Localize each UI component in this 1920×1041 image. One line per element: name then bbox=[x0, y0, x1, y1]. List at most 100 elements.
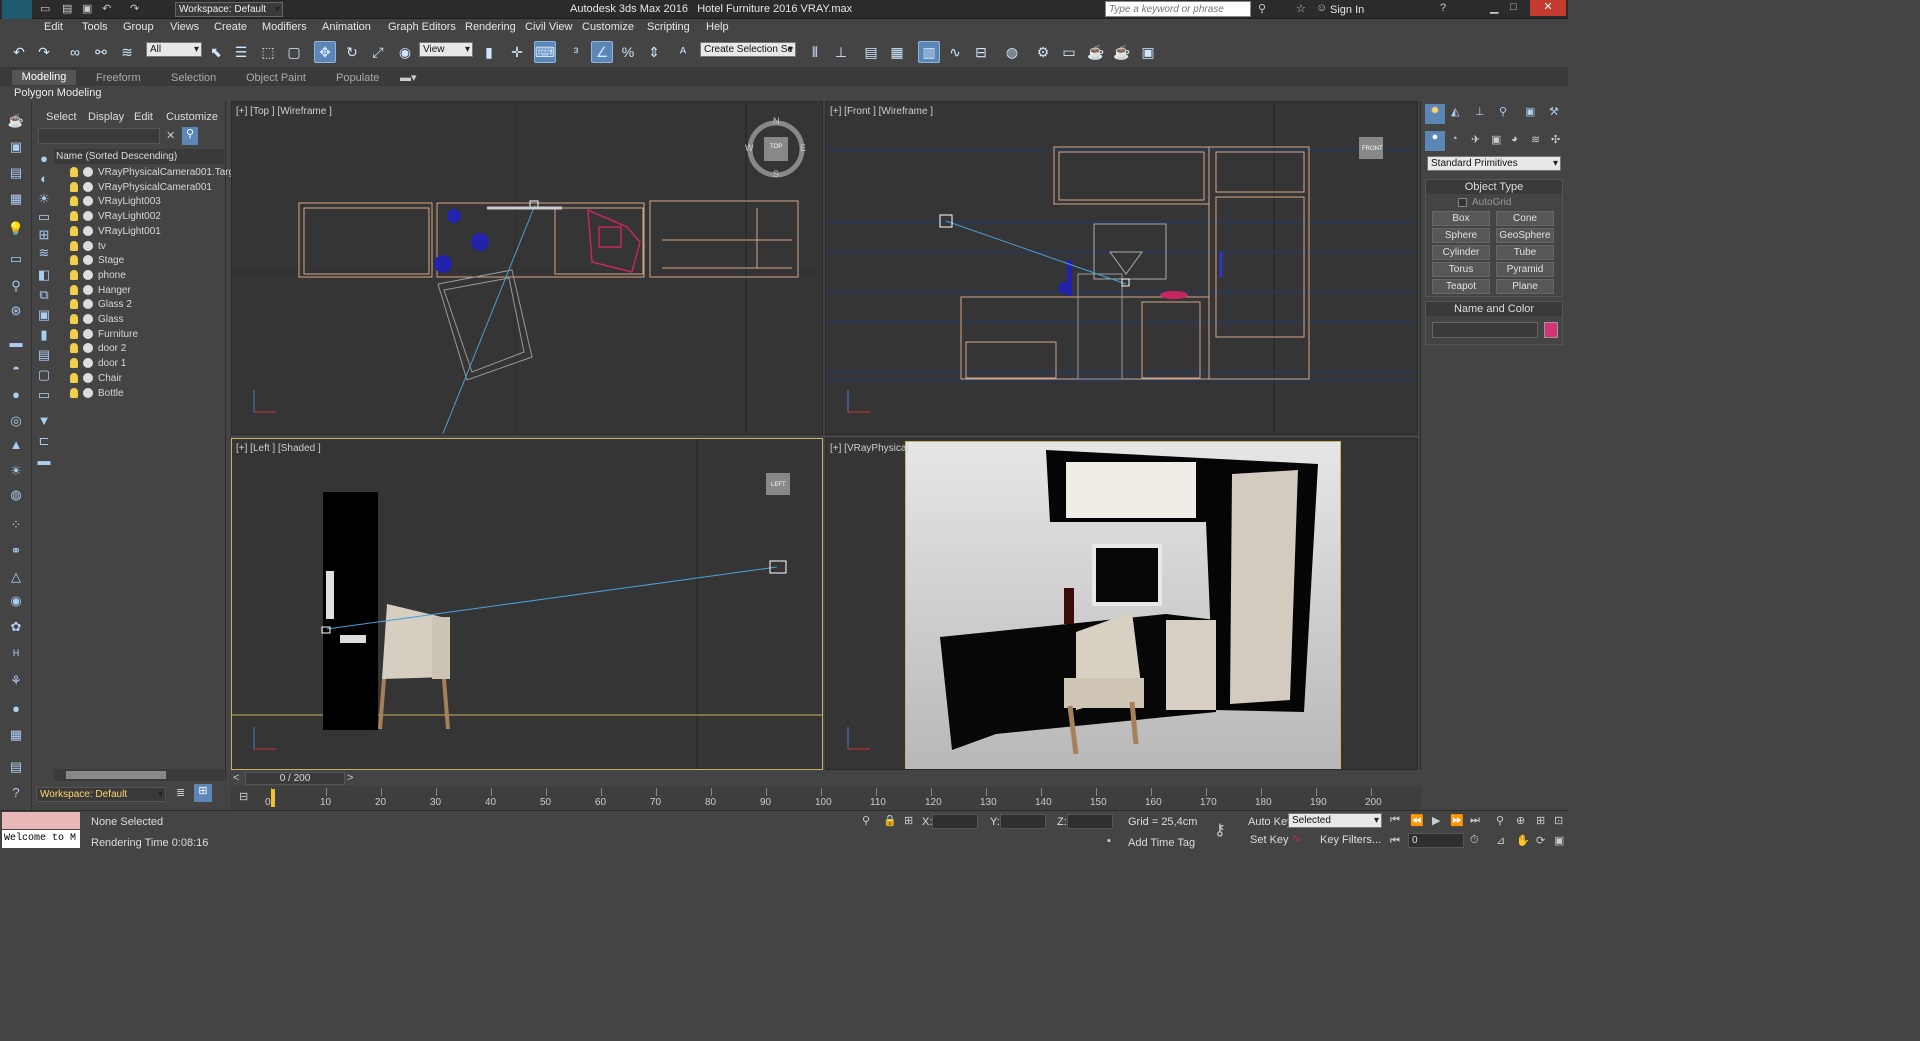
all-filter-icon[interactable]: ▤ bbox=[34, 345, 54, 365]
menu-rendering[interactable]: Rendering bbox=[465, 21, 516, 33]
light-bulb-icon[interactable] bbox=[70, 269, 78, 280]
snaps-icon[interactable]: ³ bbox=[565, 41, 587, 63]
cylinder-button[interactable]: Cylinder bbox=[1432, 245, 1490, 260]
create-tab-icon[interactable]: ✹ bbox=[1425, 104, 1445, 124]
ball-icon[interactable]: ● bbox=[6, 699, 26, 719]
orbit-icon[interactable]: ⟳ bbox=[1536, 834, 1545, 847]
light-bulb-icon[interactable] bbox=[70, 372, 78, 383]
motion-tab-icon[interactable]: ⚲ bbox=[1499, 105, 1507, 118]
zoom-all-icon[interactable]: ⊕ bbox=[1516, 814, 1525, 827]
menu-modifiers[interactable]: Modifiers bbox=[262, 21, 307, 33]
pyramid-button[interactable]: Pyramid bbox=[1496, 262, 1554, 277]
image-icon[interactable]: ▣ bbox=[6, 137, 26, 157]
light-bulb-icon[interactable] bbox=[70, 211, 78, 222]
workspace-dropdown[interactable]: Workspace: Default bbox=[175, 2, 283, 17]
light-bulb-icon[interactable] bbox=[70, 240, 78, 251]
scene-list-item[interactable]: door 2 bbox=[54, 341, 246, 356]
globe-icon[interactable]: ◉ bbox=[6, 591, 26, 611]
x-coord-field[interactable] bbox=[932, 814, 978, 829]
layers-icon[interactable]: ≣ bbox=[176, 786, 185, 799]
menu-graph-editors[interactable]: Graph Editors bbox=[388, 21, 456, 33]
scene-list-item[interactable]: Hanger bbox=[54, 283, 246, 298]
layer-explorer-icon[interactable]: ▤ bbox=[860, 41, 882, 63]
hierarchy-tab-icon[interactable]: ⊥ bbox=[1475, 105, 1485, 118]
render-setup-icon[interactable]: ⚙ bbox=[1032, 41, 1054, 63]
viewcube-top[interactable]: TOP bbox=[770, 144, 782, 150]
filter-icon[interactable]: ⚲ bbox=[182, 127, 198, 145]
viewport-camera-label[interactable]: [+] [VRayPhysical bbox=[830, 443, 909, 454]
zoom-extents-all-icon[interactable]: ⊡ bbox=[1554, 814, 1563, 827]
ribbon-tab-populate[interactable]: Populate bbox=[336, 72, 379, 84]
scene-list-item[interactable]: Bottle bbox=[54, 386, 246, 401]
helpers-category-icon[interactable]: ◕ bbox=[1511, 133, 1518, 145]
window-icon[interactable]: ▦ bbox=[6, 189, 26, 209]
align-icon[interactable]: ⊥ bbox=[830, 41, 852, 63]
camera-filter-icon[interactable]: ▭ bbox=[34, 207, 54, 227]
open-icon[interactable]: ▤ bbox=[62, 2, 72, 15]
viewcube-s[interactable]: S bbox=[773, 169, 779, 179]
cone-button[interactable]: Cone bbox=[1496, 211, 1554, 226]
ribbon-tab-freeform[interactable]: Freeform bbox=[96, 72, 141, 84]
explorer-scroll-thumb[interactable] bbox=[66, 771, 166, 779]
none-filter-icon[interactable]: ▢ bbox=[34, 365, 54, 385]
helper-filter-icon[interactable]: ⊞ bbox=[34, 225, 54, 245]
key-mode-dropdown[interactable]: Selected bbox=[1288, 813, 1382, 828]
user-icon[interactable]: ☺ bbox=[1316, 2, 1327, 14]
teapot-button[interactable]: Teapot bbox=[1432, 279, 1490, 294]
auto-key-button[interactable]: Auto Key bbox=[1248, 816, 1293, 828]
keyboard-shortcut-icon[interactable]: ⌨ bbox=[534, 41, 556, 63]
half-sphere-icon[interactable]: ◓ bbox=[6, 359, 26, 379]
scale-icon[interactable]: ⤢ bbox=[367, 41, 389, 63]
ribbon-tab-modeling[interactable]: Modeling bbox=[12, 70, 76, 85]
window-crossing-icon[interactable]: ▢ bbox=[283, 41, 305, 63]
funnel-icon[interactable]: ▼ bbox=[34, 411, 54, 431]
redo-icon[interactable]: ↷ bbox=[130, 2, 139, 15]
reference-coord-dropdown[interactable]: View bbox=[419, 42, 473, 57]
menu-group[interactable]: Group bbox=[123, 21, 154, 33]
viewcube-e[interactable]: E bbox=[800, 143, 806, 153]
plant-icon[interactable]: ✿ bbox=[6, 617, 26, 637]
display-tab-icon[interactable]: ▣ bbox=[1525, 105, 1535, 118]
time-slider-thumb[interactable]: 0 / 200 bbox=[245, 772, 345, 785]
maximize-icon[interactable]: □ bbox=[1510, 1, 1517, 13]
undo-icon[interactable]: ↶ bbox=[102, 2, 111, 15]
viewport-front-label[interactable]: [+] [Front ] [Wireframe ] bbox=[830, 106, 933, 117]
save-layout-icon[interactable]: ▤ bbox=[6, 757, 26, 777]
viewcube-n[interactable]: N bbox=[773, 116, 780, 126]
workspace-footer-dropdown[interactable]: Workspace: Default bbox=[36, 787, 166, 802]
menu-create[interactable]: Create bbox=[214, 21, 247, 33]
camera-icon[interactable]: ▭ bbox=[6, 249, 26, 269]
menu-civil-view[interactable]: Civil View bbox=[525, 21, 572, 33]
menu-help[interactable]: Help bbox=[706, 21, 729, 33]
layer-icon[interactable]: ▬ bbox=[34, 451, 54, 471]
time-prev-icon[interactable]: < bbox=[233, 772, 239, 784]
angle-snap-icon[interactable]: ∠ bbox=[591, 41, 613, 63]
minimize-icon[interactable]: ▁ bbox=[1490, 1, 1498, 14]
viewport-left-label[interactable]: [+] [Left ] [Shaded ] bbox=[236, 443, 321, 454]
light-bulb-icon[interactable] bbox=[70, 387, 78, 398]
rotate-icon[interactable]: ↻ bbox=[341, 41, 363, 63]
geometry-filter-icon[interactable]: ● bbox=[34, 149, 54, 169]
menu-tools[interactable]: Tools bbox=[82, 21, 108, 33]
viewport-top[interactable]: [+] [Top ] [Wireframe ] TOP N S E W bbox=[231, 101, 823, 435]
add-time-tag-icon[interactable]: ▪ bbox=[1107, 835, 1111, 847]
pyramid-icon[interactable]: △ bbox=[6, 567, 26, 587]
selection-set-dropdown[interactable]: Create Selection Se bbox=[700, 42, 796, 57]
menu-animation[interactable]: Animation bbox=[322, 21, 371, 33]
move-icon[interactable]: ✥ bbox=[314, 41, 336, 63]
autogrid-checkbox[interactable] bbox=[1458, 198, 1467, 207]
pivot-center-icon[interactable]: ▮ bbox=[478, 41, 500, 63]
clear-search-icon[interactable]: ✕ bbox=[166, 129, 175, 142]
bone-filter-icon[interactable]: ▣ bbox=[34, 305, 54, 325]
box-icon[interactable]: ▬ bbox=[6, 333, 26, 353]
explorer-search-input[interactable] bbox=[38, 128, 160, 144]
light-bulb-icon[interactable] bbox=[70, 343, 78, 354]
light-bulb-icon[interactable] bbox=[70, 196, 78, 207]
ribbon-toggle-icon[interactable]: ▦ bbox=[886, 41, 908, 63]
viewport-camera[interactable]: [+] [VRayPhysical bbox=[825, 438, 1418, 770]
cone-icon[interactable]: ▲ bbox=[6, 435, 26, 455]
search-input[interactable] bbox=[1105, 1, 1251, 17]
selection-filter-dropdown[interactable]: All bbox=[146, 42, 202, 57]
maxscript-listener-mini[interactable] bbox=[2, 812, 80, 829]
goto-end-icon[interactable]: ⏭ bbox=[1470, 814, 1480, 827]
